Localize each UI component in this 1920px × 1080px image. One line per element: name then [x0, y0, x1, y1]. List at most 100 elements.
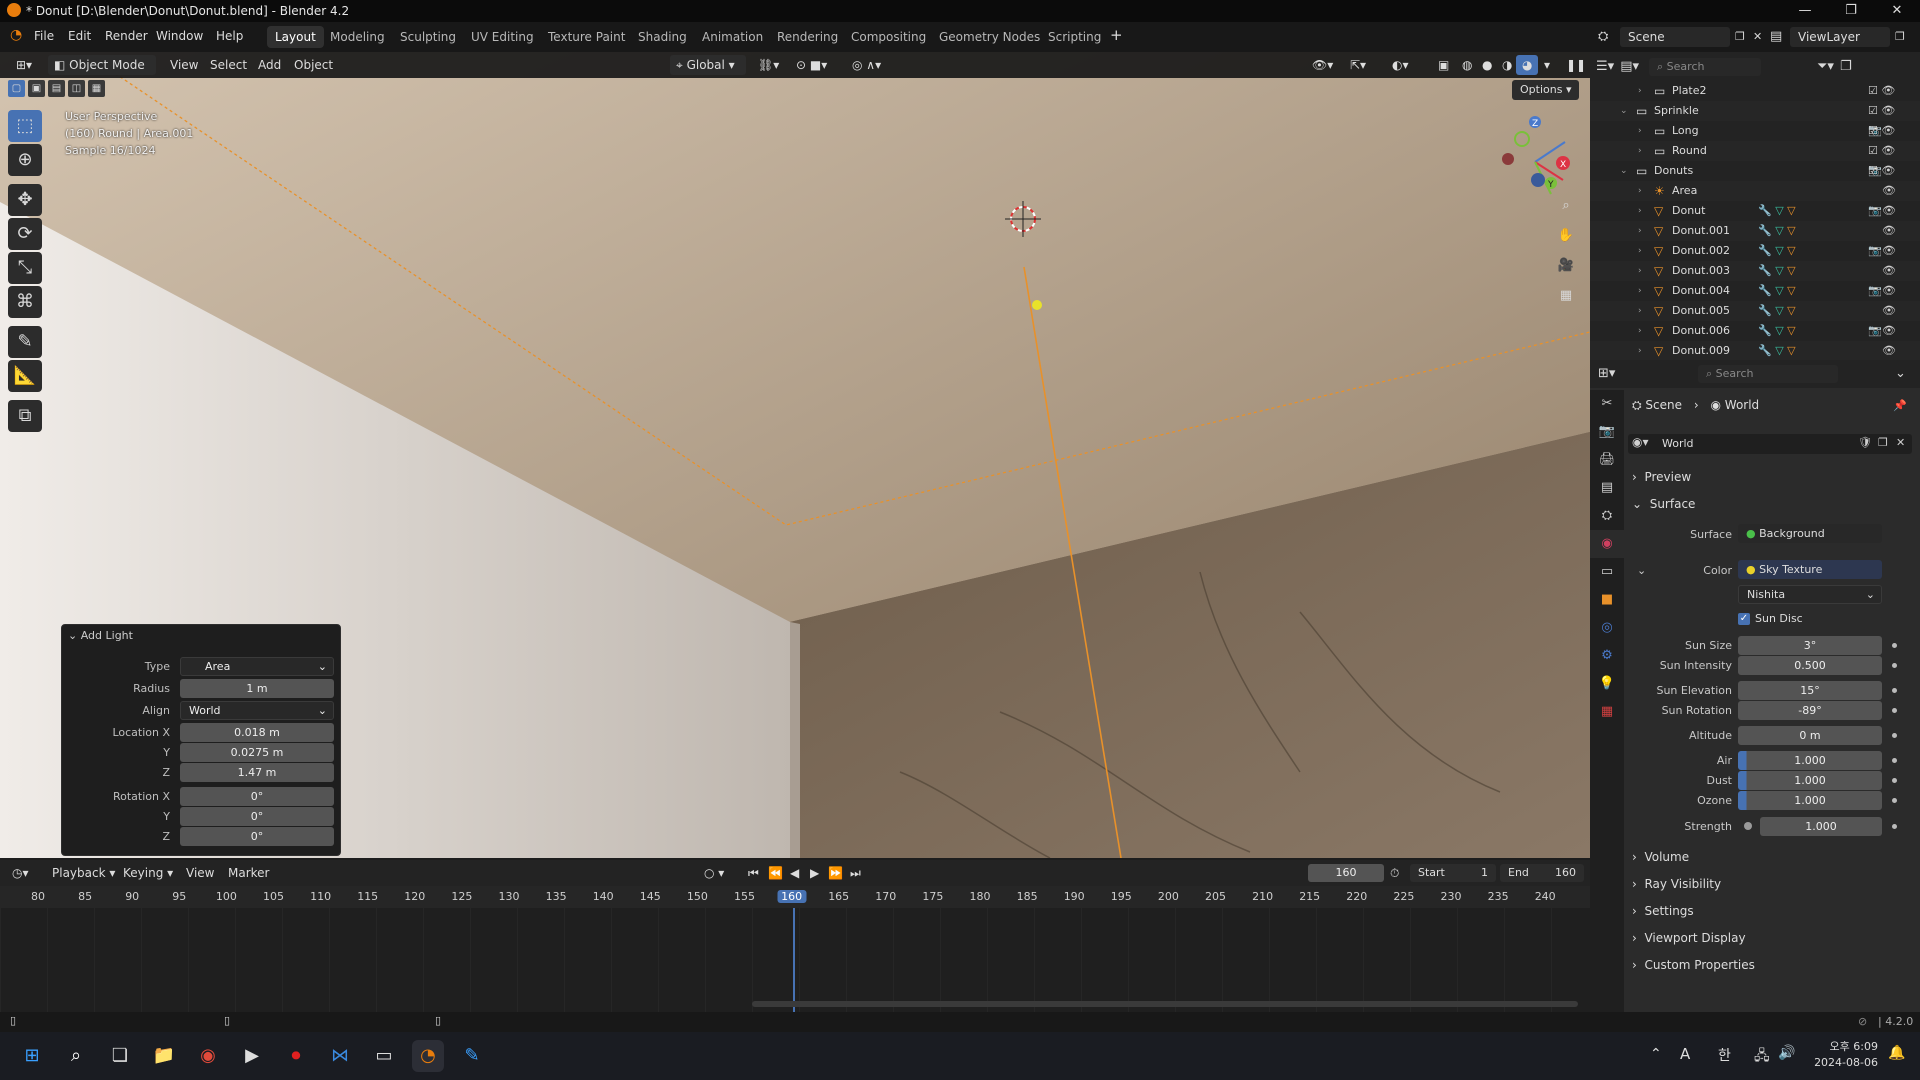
menu-help[interactable]: Help — [216, 29, 243, 43]
close-icon[interactable]: ✕ — [1874, 0, 1920, 22]
duplicate-world-icon[interactable]: ❐ — [1878, 436, 1888, 449]
zoom-icon[interactable]: ⌕ — [1552, 192, 1580, 220]
cursor-tool-icon[interactable]: ⊕ — [8, 144, 42, 176]
pivot-icon[interactable]: ⛓▾ — [752, 55, 785, 75]
modifier-icon[interactable]: 🔧 — [1758, 264, 1772, 277]
expand-toggle-icon[interactable]: › — [1638, 141, 1642, 161]
texture-tab-icon[interactable]: ▦ — [1590, 698, 1624, 726]
tab-shading[interactable]: Shading — [630, 26, 695, 48]
tab-modeling[interactable]: Modeling — [322, 26, 393, 48]
play-reverse-icon[interactable]: ◀ — [790, 864, 799, 882]
keying-menu[interactable]: Keying ▾ — [123, 864, 173, 882]
location-y-field[interactable]: 0.0275 m — [180, 743, 334, 762]
eye-visibility-icon[interactable]: 👁 — [1882, 244, 1896, 257]
blender-menu-icon[interactable]: ◔ — [10, 27, 22, 43]
material-icon[interactable]: ▽ — [1787, 284, 1795, 297]
material-icon[interactable]: ▽ — [1787, 204, 1795, 217]
viewport-menu-add[interactable]: Add — [252, 55, 287, 75]
field-value-input[interactable]: 1.000 — [1738, 791, 1882, 810]
location-z-field[interactable]: 1.47 m — [180, 763, 334, 782]
menu-file[interactable]: File — [34, 29, 54, 43]
exclude-checkbox-icon[interactable]: ☑ — [1868, 104, 1878, 117]
overlay-toggle-icon[interactable]: ◐▾ — [1386, 55, 1415, 75]
ime-mode-label[interactable]: A — [1680, 1045, 1690, 1063]
sun-disc-checkbox[interactable]: ✓ Sun Disc — [1738, 612, 1803, 625]
surface-shader-selector[interactable]: ● Background — [1738, 524, 1882, 543]
radius-field[interactable]: 1 m — [180, 679, 334, 698]
outliner-row[interactable]: ›▽Donut🔧 ▽ ▽ 👁 📷 — [1590, 201, 1920, 237]
youtube-music-icon[interactable]: ⏺ — [280, 1040, 312, 1072]
keyframe-dot-icon[interactable] — [1892, 778, 1897, 783]
material-icon[interactable]: ▽ — [1787, 244, 1795, 257]
maximize-icon[interactable]: ❐ — [1828, 0, 1874, 22]
jump-keyframe-back-icon[interactable]: ⏪ — [768, 864, 783, 882]
ortho-grid-icon[interactable]: ▦ — [1552, 282, 1580, 310]
expand-toggle-icon[interactable]: › — [1638, 201, 1642, 221]
move-tool-icon[interactable]: ✥ — [8, 184, 42, 216]
file-explorer-icon[interactable]: 📁 — [148, 1040, 180, 1072]
delete-scene-icon[interactable]: ✕ — [1753, 27, 1762, 47]
keyframe-dot-icon[interactable] — [1892, 663, 1897, 668]
outliner-row[interactable]: ›▽Donut.004🔧 ▽ ▽ 👁 📷 — [1590, 281, 1920, 317]
select-new-icon[interactable]: ▢ — [8, 80, 25, 97]
mode-selector[interactable]: ◧ Object Mode ▾ — [48, 55, 156, 92]
field-value-input[interactable]: 1.000 — [1760, 817, 1882, 836]
viewport-menu-object[interactable]: Object — [288, 55, 339, 75]
tray-expand-icon[interactable]: ⌃ — [1650, 1046, 1662, 1062]
world-datablock-selector[interactable]: ◉▾ World 🛡 ❐ ✕ — [1628, 434, 1912, 454]
timeline-view-menu[interactable]: View — [186, 864, 214, 882]
scene-selector[interactable]: Scene — [1620, 27, 1730, 47]
material-icon[interactable]: ▽ — [1787, 264, 1795, 277]
editor-type-icon[interactable]: ⊞▾ — [10, 55, 38, 75]
modifier-icon[interactable]: 🔧 — [1758, 324, 1772, 337]
expand-toggle-icon[interactable]: › — [1638, 221, 1642, 241]
outliner-row[interactable]: ⌄▭Donuts☑ 👁 📷 — [1590, 161, 1920, 197]
exclude-checkbox-icon[interactable]: ☑ — [1868, 124, 1878, 137]
tab-compositing[interactable]: Compositing — [843, 26, 934, 48]
exclude-checkbox-icon[interactable]: ☑ — [1868, 144, 1878, 157]
menu-render[interactable]: Render — [105, 29, 148, 43]
preview-range-icon[interactable]: ⏱ — [1390, 864, 1399, 882]
object-tab-icon[interactable]: ■ — [1590, 586, 1624, 614]
scale-tool-icon[interactable]: ⤡ — [8, 252, 42, 284]
tool-tab-icon[interactable]: ✂ — [1590, 390, 1624, 418]
select-box-tool-icon[interactable]: ⬚ — [8, 110, 42, 142]
proportional-edit-icon[interactable]: ◎ ∧▾ — [846, 55, 887, 75]
eye-visibility-icon[interactable]: 👁 — [1881, 84, 1895, 97]
outliner-row[interactable]: ›▽Donut.006🔧 ▽ ▽ 👁 📷 — [1590, 321, 1920, 357]
eye-visibility-icon[interactable]: 👁 — [1881, 144, 1895, 157]
outliner-row[interactable]: ⌄ ▭ Sprinkle ☑ 👁 📷 — [1590, 101, 1920, 137]
windows-start-icon[interactable]: ⊞ — [16, 1040, 48, 1072]
modifier-icon[interactable]: 🔧 — [1758, 244, 1772, 257]
current-frame-field[interactable]: 160 — [1308, 864, 1384, 882]
expand-toggle-icon[interactable]: › — [1638, 321, 1642, 341]
viewport-menu-select[interactable]: Select — [204, 55, 253, 75]
eye-visibility-icon[interactable]: 👁 — [1882, 224, 1896, 237]
modifier-tab-icon[interactable]: ◎ — [1590, 614, 1624, 642]
select-invert-icon[interactable]: ◫ — [68, 80, 85, 97]
auto-keying-icon[interactable]: ○ ▾ — [704, 864, 724, 882]
clock-time[interactable]: 오후 6:09 — [1818, 1038, 1878, 1054]
add-cube-tool-icon[interactable]: ⧉ — [8, 400, 42, 432]
snap-icon[interactable]: ⊙ ■▾ — [790, 55, 833, 75]
material-icon[interactable]: ▽ — [1787, 224, 1795, 237]
viewport-menu-view[interactable]: View — [164, 55, 204, 75]
exclude-checkbox-icon[interactable]: ☑ — [1868, 84, 1878, 97]
mesh-data-icon[interactable]: ▽ — [1775, 224, 1783, 237]
task-view-icon[interactable]: ❏ — [104, 1040, 136, 1072]
tab-sculpting[interactable]: Sculpting — [392, 26, 464, 48]
play-icon[interactable]: ▶ — [810, 864, 819, 882]
keyframe-dot-icon[interactable] — [1892, 824, 1897, 829]
jump-end-icon[interactable]: ⏭ — [850, 864, 861, 882]
select-subtract-icon[interactable]: ▤ — [48, 80, 65, 97]
view-layer-selector[interactable]: ViewLayer — [1790, 27, 1890, 47]
light-type-dropdown[interactable]: Area ⌄ — [180, 657, 334, 676]
modifier-icon[interactable]: 🔧 — [1758, 224, 1772, 237]
light-data-tab-icon[interactable]: 💡 — [1590, 670, 1624, 698]
rotation-z-field[interactable]: 0° — [180, 827, 334, 846]
strength-socket-icon[interactable] — [1744, 822, 1752, 830]
eye-visibility-icon[interactable]: 👁 — [1882, 304, 1896, 317]
pan-hand-icon[interactable]: ✋ — [1552, 222, 1580, 250]
keyframe-dot-icon[interactable] — [1892, 798, 1897, 803]
keyframe-dot-icon[interactable] — [1892, 708, 1897, 713]
